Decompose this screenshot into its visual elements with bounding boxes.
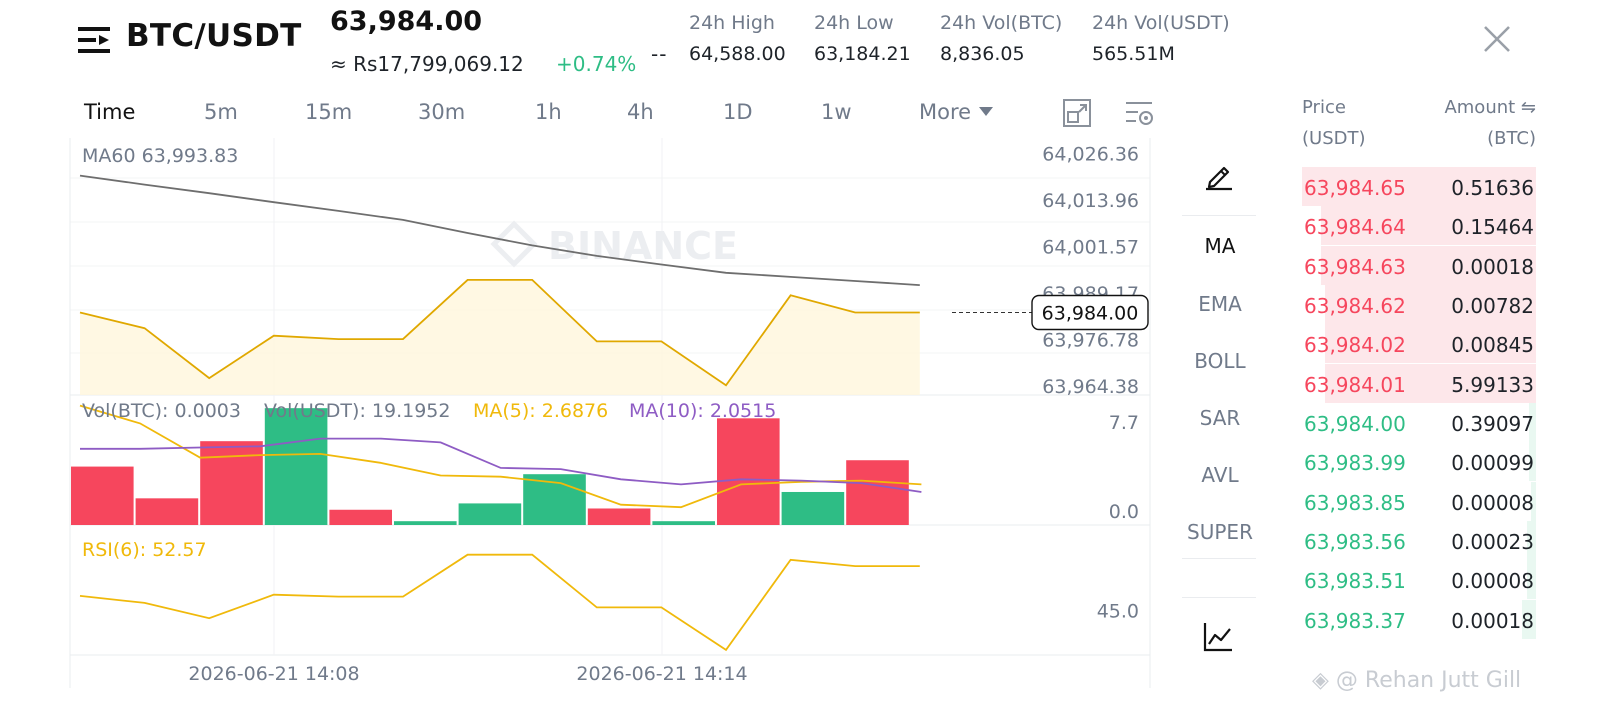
orderbook-price: 63,984.02 bbox=[1304, 333, 1406, 358]
pencil-icon[interactable] bbox=[1202, 158, 1236, 192]
indicator-sar[interactable]: SAR bbox=[1185, 406, 1255, 430]
vol-ma5-label: MA(5): 2.6876 bbox=[473, 400, 608, 422]
orderbook-amount: 5.99133 bbox=[1451, 372, 1534, 397]
orderbook-amount: 0.15464 bbox=[1451, 215, 1534, 240]
price-axis-tick: 63,964.38 bbox=[1042, 376, 1139, 398]
orderbook-ask-row[interactable]: 63,984.65 0.51636 bbox=[1302, 167, 1536, 206]
vol-btc-label: Vol(BTC): 0.0003 bbox=[82, 400, 241, 422]
watermark-text: @ Rehan Jutt Gill bbox=[1335, 668, 1522, 693]
orderbook-ask-row[interactable]: 63,984.63 0.00018 bbox=[1302, 245, 1536, 285]
orderbook-price: 63,984.00 bbox=[1304, 412, 1406, 436]
volume-axis-tick: 7.7 bbox=[1109, 412, 1139, 434]
orderbook-price: 63,983.99 bbox=[1304, 451, 1406, 476]
ma60-label: MA60 63,993.83 bbox=[82, 145, 238, 167]
volume-bar bbox=[458, 503, 522, 525]
volume-bar bbox=[135, 498, 199, 525]
price-axis-tick: 64,001.57 bbox=[1042, 237, 1139, 259]
orderbook-price: 63,983.85 bbox=[1304, 490, 1406, 515]
orderbook-amount: 0.51636 bbox=[1451, 176, 1534, 200]
volume-bar bbox=[781, 491, 845, 525]
price-axis-tick: 63,976.78 bbox=[1042, 330, 1139, 352]
volume-bar bbox=[587, 508, 651, 525]
time-axis-tick: 2026-06-21 14:14 bbox=[576, 663, 747, 685]
rsi-label: RSI(6): 52.57 bbox=[82, 539, 207, 561]
volume-axis-tick: 0.0 bbox=[1109, 501, 1139, 523]
close-icon[interactable] bbox=[1482, 24, 1512, 54]
orderbook-amount: 0.00845 bbox=[1451, 333, 1534, 358]
orderbook-bid-row[interactable]: 63,983.51 0.00008 bbox=[1302, 560, 1536, 600]
volume-bar bbox=[717, 418, 780, 525]
rsi-axis-tick: 45.0 bbox=[1097, 601, 1139, 623]
indicator-divider bbox=[1182, 558, 1256, 559]
orderbook-price: 63,984.65 bbox=[1304, 176, 1406, 200]
volume-bar bbox=[846, 460, 909, 525]
orderbook-bid-row[interactable]: 63,983.85 0.00008 bbox=[1302, 481, 1536, 521]
watermark-logo-icon: ◈ bbox=[1312, 668, 1329, 693]
rsi-line bbox=[79, 553, 920, 652]
orderbook-ask-row[interactable]: 63,984.02 0.00845 bbox=[1302, 324, 1536, 364]
orderbook-price: 63,983.37 bbox=[1304, 608, 1406, 633]
indicator-divider bbox=[1182, 215, 1256, 216]
orderbook-amount: 0.00018 bbox=[1451, 254, 1534, 279]
orderbook-price: 63,983.56 bbox=[1304, 529, 1406, 554]
time-axis-tick: 2026-06-21 14:08 bbox=[188, 663, 359, 685]
orderbook-price: 63,984.62 bbox=[1304, 293, 1406, 318]
orderbook-bid-row[interactable]: 63,983.56 0.00023 bbox=[1302, 520, 1536, 560]
volume-bar bbox=[71, 466, 134, 525]
orderbook-price: 63,983.51 bbox=[1304, 569, 1406, 594]
orderbook-amount-header-line2: (BTC) bbox=[1487, 128, 1536, 149]
orderbook-price: 63,984.63 bbox=[1304, 254, 1406, 279]
orderbook-bid-row[interactable]: 63,983.37 0.00018 bbox=[1302, 599, 1536, 639]
orderbook-ask-row[interactable]: 63,984.01 5.99133 bbox=[1302, 363, 1536, 403]
orderbook-price-header: Price (USDT) bbox=[1302, 92, 1366, 154]
indicator-boll[interactable]: BOLL bbox=[1185, 349, 1255, 373]
orderbook-amount: 0.00023 bbox=[1451, 529, 1534, 554]
orderbook-amount: 0.00782 bbox=[1451, 293, 1534, 318]
orderbook-amount: 0.00018 bbox=[1451, 608, 1534, 633]
orderbook-bid-row[interactable]: 63,984.00 0.39097 bbox=[1302, 403, 1536, 442]
price-chart[interactable]: BINANCE 64,026.3664,013.9664,001.5763,98… bbox=[0, 0, 1160, 700]
orderbook-ask-row[interactable]: 63,984.64 0.15464 bbox=[1302, 206, 1536, 246]
volume-bar bbox=[329, 509, 392, 525]
line-chart-icon[interactable] bbox=[1201, 620, 1235, 654]
current-price-label: 63,984.00 bbox=[1042, 303, 1139, 325]
orderbook-amount: 0.00099 bbox=[1451, 451, 1534, 476]
ma60-line bbox=[79, 174, 920, 286]
vol-ma10-label: MA(10): 2.0515 bbox=[629, 400, 776, 422]
price-axis-tick: 64,026.36 bbox=[1042, 144, 1139, 166]
orderbook-amount-header-line1: Amount ⇋ bbox=[1444, 97, 1536, 118]
orderbook-price-header-line2: (USDT) bbox=[1302, 128, 1366, 149]
orderbook-price: 63,984.01 bbox=[1304, 372, 1406, 397]
indicator-ema[interactable]: EMA bbox=[1185, 292, 1255, 316]
indicator-super[interactable]: SUPER bbox=[1185, 520, 1255, 544]
author-watermark: ◈ @ Rehan Jutt Gill bbox=[1312, 668, 1521, 693]
price-area-fill bbox=[80, 279, 920, 395]
indicator-avl[interactable]: AVL bbox=[1185, 463, 1255, 487]
price-axis-tick: 64,013.96 bbox=[1042, 190, 1139, 212]
orderbook-amount-header[interactable]: Amount ⇋ (BTC) bbox=[1420, 92, 1536, 154]
orderbook-price: 63,984.64 bbox=[1304, 215, 1406, 240]
orderbook-price-header-line1: Price bbox=[1302, 97, 1346, 118]
indicator-divider bbox=[1182, 597, 1256, 598]
orderbook-amount: 0.00008 bbox=[1451, 569, 1534, 594]
vol-usdt-label: Vol(USDT): 19.1952 bbox=[264, 400, 450, 422]
orderbook-amount: 0.00008 bbox=[1451, 490, 1534, 515]
indicator-ma[interactable]: MA bbox=[1185, 234, 1255, 258]
volume-bar bbox=[200, 441, 263, 525]
volume-bar bbox=[652, 521, 715, 525]
volume-bar bbox=[394, 521, 457, 525]
orderbook-bid-row[interactable]: 63,983.99 0.00099 bbox=[1302, 442, 1536, 482]
orderbook-amount: 0.39097 bbox=[1451, 412, 1534, 436]
orderbook-ask-row[interactable]: 63,984.62 0.00782 bbox=[1302, 284, 1536, 324]
volume-bar bbox=[264, 408, 328, 525]
